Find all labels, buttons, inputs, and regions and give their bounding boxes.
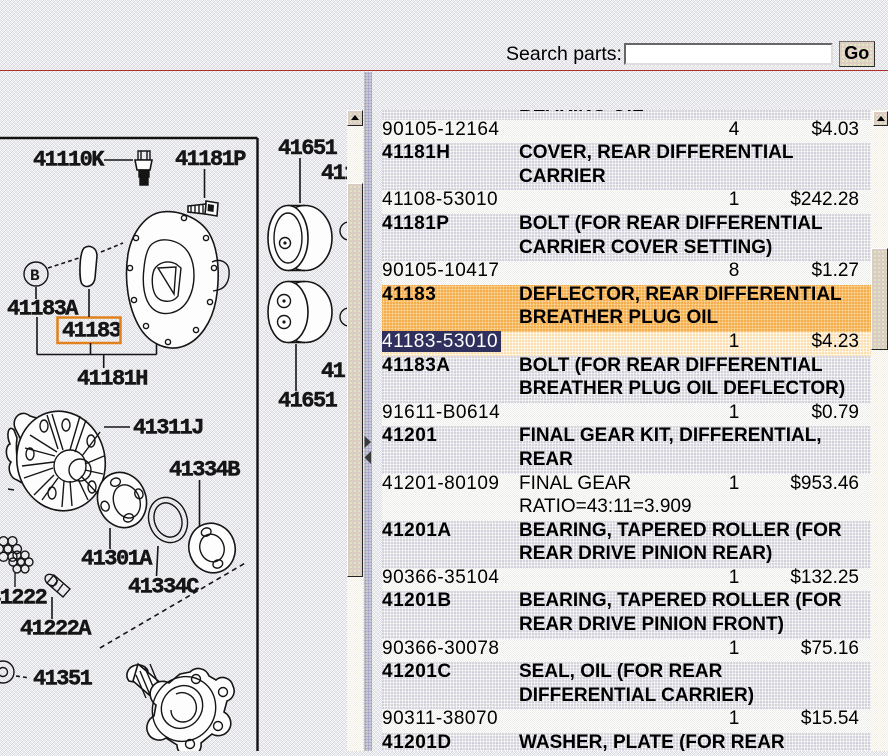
svg-text:41311J: 41311J	[133, 416, 203, 441]
svg-text:41181H: 41181H	[77, 367, 147, 392]
svg-text:41334B: 41334B	[169, 458, 240, 483]
svg-text:41: 41	[321, 359, 346, 384]
svg-text:41183: 41183	[62, 319, 122, 344]
svg-text:41222A: 41222A	[20, 617, 92, 642]
svg-text:41110K: 41110K	[33, 148, 105, 173]
svg-text:41222: 41222	[0, 586, 47, 611]
svg-text:411: 411	[321, 161, 347, 186]
svg-text:41351: 41351	[33, 667, 93, 692]
svg-text:41301A: 41301A	[81, 547, 153, 572]
svg-text:41651: 41651	[278, 389, 338, 414]
svg-text:41181P: 41181P	[175, 147, 246, 172]
svg-text:41651: 41651	[278, 136, 338, 161]
svg-text:B: B	[30, 267, 40, 285]
